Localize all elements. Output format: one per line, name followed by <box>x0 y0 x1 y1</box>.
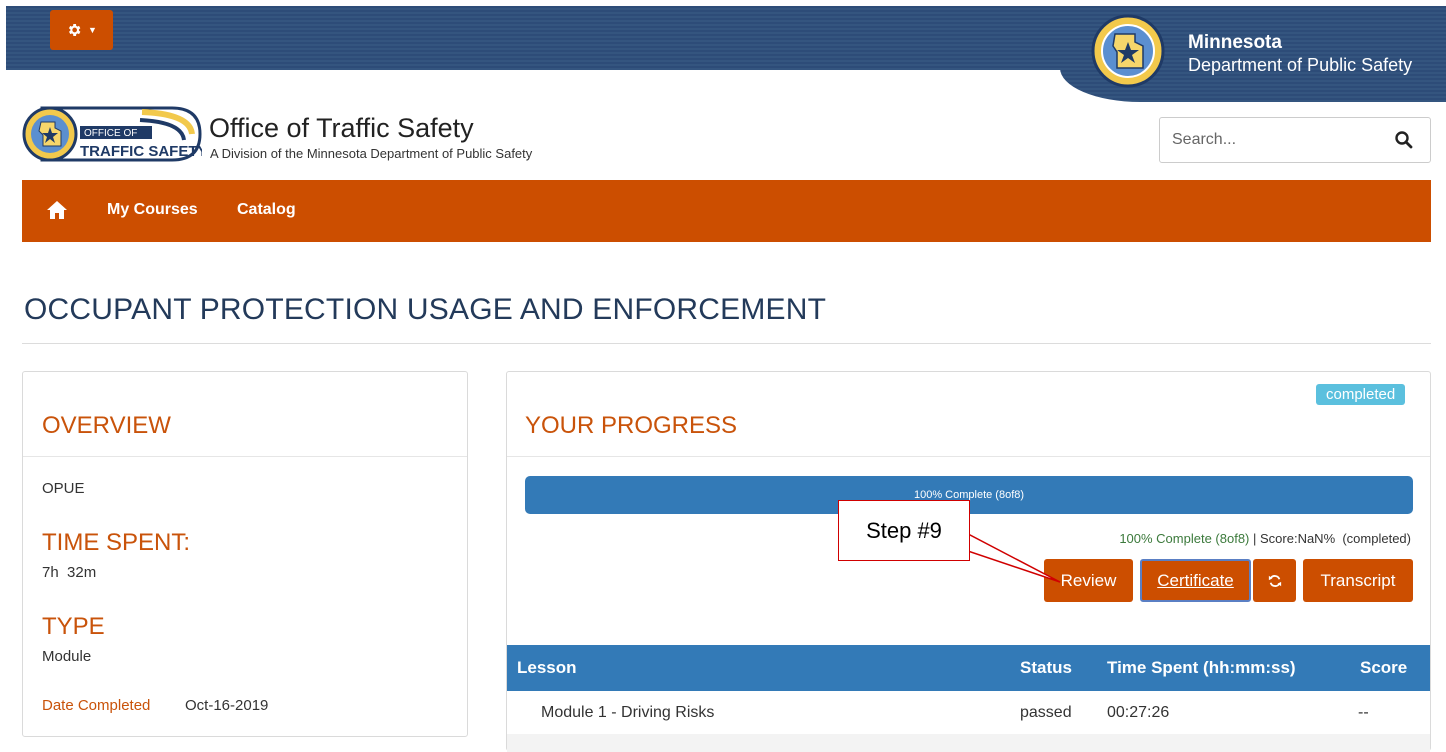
page-title: OCCUPANT PROTECTION USAGE AND ENFORCEMEN… <box>24 293 827 326</box>
lesson-status: passed <box>1020 704 1072 721</box>
certificate-button[interactable]: Certificate <box>1140 559 1251 602</box>
site-title: Office of Traffic Safety <box>209 113 474 143</box>
settings-dropdown-button[interactable]: ▼ <box>50 10 113 50</box>
column-header-time-spent: Time Spent (hh:mm:ss) <box>1107 658 1296 677</box>
time-spent-value: 7h 32m <box>42 564 97 581</box>
heading-divider <box>22 343 1431 344</box>
overview-divider <box>23 456 467 457</box>
logo-line-2: TRAFFIC SAFETY <box>80 143 202 160</box>
search-icon[interactable] <box>1394 130 1414 150</box>
column-header-status: Status <box>1020 658 1072 677</box>
date-completed-value: Oct-16-2019 <box>185 697 269 714</box>
site-subtitle: A Division of the Minnesota Department o… <box>210 146 533 161</box>
minnesota-seal-logo <box>1091 14 1165 88</box>
table-row[interactable]: Module 1 - Driving Risks passed 00:27:26… <box>507 691 1430 734</box>
progress-panel: completed YOUR PROGRESS 100% Complete (8… <box>506 371 1431 752</box>
status-badge: completed <box>1316 384 1406 405</box>
refresh-icon <box>1268 574 1281 587</box>
logo-line-1: OFFICE OF <box>84 128 137 139</box>
lesson-score: -- <box>1358 704 1369 721</box>
refresh-button[interactable] <box>1253 559 1296 602</box>
main-navbar: My Courses Catalog <box>22 180 1431 242</box>
lessons-table-header: Lesson Status Time Spent (hh:mm:ss) Scor… <box>507 645 1430 691</box>
office-of-traffic-safety-logo: OFFICE OF TRAFFIC SAFETY <box>22 106 202 162</box>
transcript-button[interactable]: Transcript <box>1303 559 1413 602</box>
progress-summary-score: | Score:NaN% (completed) <box>1249 531 1411 546</box>
lesson-time-spent: 00:27:26 <box>1107 704 1170 721</box>
nav-catalog[interactable]: Catalog <box>237 201 296 219</box>
review-button[interactable]: Review <box>1044 559 1133 602</box>
column-header-lesson: Lesson <box>517 658 577 677</box>
course-code: OPUE <box>42 480 85 497</box>
overview-heading: OVERVIEW <box>42 412 171 439</box>
progress-heading: YOUR PROGRESS <box>525 412 738 439</box>
table-row <box>507 734 1430 752</box>
progress-divider <box>507 456 1430 457</box>
type-heading: TYPE <box>42 613 105 640</box>
type-value: Module <box>42 648 92 665</box>
progress-summary-complete: 100% Complete (8of8) <box>1119 531 1250 546</box>
department-name: Department of Public Safety <box>1188 55 1413 75</box>
column-header-score: Score <box>1360 658 1408 677</box>
time-spent-heading: TIME SPENT: <box>42 529 191 556</box>
search-input[interactable] <box>1172 126 1372 154</box>
state-name: Minnesota <box>1188 32 1282 53</box>
date-completed-label: Date Completed <box>42 697 151 714</box>
progress-summary: 100% Complete (8of8) | Score:NaN% (compl… <box>1119 531 1411 546</box>
chevron-down-icon: ▼ <box>88 25 97 35</box>
step-callout: Step #9 <box>838 500 970 561</box>
overview-panel: OVERVIEW OPUE TIME SPENT: 7h 32m TYPE Mo… <box>22 371 468 737</box>
gear-icon <box>68 24 81 36</box>
home-icon[interactable] <box>46 200 68 220</box>
search-box <box>1159 117 1431 163</box>
nav-my-courses[interactable]: My Courses <box>107 201 198 219</box>
lesson-name[interactable]: Module 1 - Driving Risks <box>541 704 714 722</box>
